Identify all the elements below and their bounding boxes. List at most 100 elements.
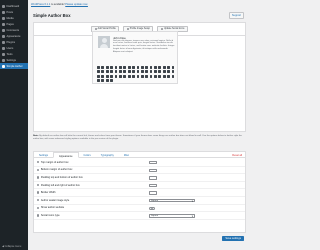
youtube-icon[interactable] [118,66,122,69]
instagram-icon[interactable] [105,66,109,69]
setting-number-input[interactable] [149,183,157,188]
help-icon[interactable] [37,161,40,164]
social-icons-row [97,66,175,82]
help-icon[interactable] [37,214,40,217]
soundcloud-icon[interactable] [154,66,157,69]
sidebar-item-label: Tools [6,52,13,56]
mastodon-icon[interactable] [97,79,100,82]
help-icon[interactable] [37,199,40,202]
foursquare-icon[interactable] [97,74,100,78]
main-content: WordPress 6.1.1 is available! Please upd… [28,0,250,250]
meetup-icon[interactable] [154,74,157,78]
sidebar-item-label: Settings [6,58,16,62]
tiktok-icon[interactable] [162,66,166,69]
setting-number-input[interactable] [149,191,157,195]
reset-all-button[interactable]: Reset all [232,154,242,157]
help-icon[interactable] [37,176,40,179]
update-now-link[interactable]: Please update now. [65,3,88,6]
tumblr-icon[interactable] [123,66,127,69]
strava-icon[interactable] [158,74,162,78]
avatar [98,36,110,48]
periscope-icon[interactable] [114,74,118,78]
website-icon[interactable] [154,70,157,74]
sidebar-item-simple-author[interactable]: Simple Author [0,63,28,69]
twitch-icon[interactable] [118,70,122,74]
paypal-icon[interactable] [162,70,166,74]
setting-row: Author avatar image style Square [34,197,245,205]
phone-icon[interactable] [149,70,153,74]
setting-number-input[interactable] [149,161,157,165]
tab-misc[interactable]: Misc [119,152,134,158]
telegram-icon[interactable] [171,66,175,69]
bitbucket-icon[interactable] [149,74,153,78]
setting-toggle[interactable] [149,206,155,211]
line-icon[interactable] [105,79,109,82]
support-button[interactable]: Support [228,12,244,19]
settings-icon [2,58,5,62]
imdb-icon[interactable] [105,74,109,78]
quora-icon[interactable] [123,70,127,74]
rss-icon[interactable] [140,70,144,74]
steam-icon[interactable] [118,74,122,78]
wordpress-icon[interactable] [171,70,175,74]
help-icon[interactable] [37,183,40,187]
update-social-icons-label: Update Social Icons [163,27,185,30]
help-icon[interactable] [37,168,40,172]
patreon-icon[interactable] [167,74,171,78]
help-icon[interactable] [37,206,40,210]
medium-icon[interactable] [101,70,105,74]
mixcloud-icon[interactable] [110,74,113,78]
spotify-icon[interactable] [158,66,162,69]
goodreads-icon[interactable] [101,74,105,78]
gitlab-icon[interactable] [145,74,149,78]
help-icon[interactable] [37,191,40,194]
tab-appearance[interactable]: Appearance [53,152,79,158]
admin-sidebar: Dashboard Posts Media Pages Comments Appearan… [0,0,28,250]
email-icon[interactable] [145,70,149,74]
slack-icon[interactable] [132,70,135,74]
500px-icon[interactable] [132,74,135,78]
pinterest-icon[interactable] [114,66,118,69]
codepen-icon[interactable] [140,74,144,78]
tab-colors[interactable]: Colors [79,152,96,158]
etsy-icon[interactable] [167,70,171,74]
save-settings-button[interactable]: Save settings [222,236,244,242]
tab-typography[interactable]: Typography [96,152,119,158]
setting-number-input[interactable] [149,168,157,172]
twitter-icon[interactable] [101,66,105,69]
github-icon[interactable] [140,66,144,69]
setting-label: Padding left and right of author box [40,183,80,187]
setting-select[interactable]: Square [149,214,195,219]
whatsapp-icon[interactable] [167,66,171,69]
skype-icon[interactable] [97,70,100,74]
stackoverflow-icon[interactable] [136,70,140,74]
vk-icon[interactable] [110,70,113,74]
setting-label: Social icons type [40,213,60,217]
kickstarter-icon[interactable] [171,74,175,78]
linkedin-icon[interactable] [110,66,113,69]
vimeo-icon[interactable] [127,66,131,69]
unsplash-icon[interactable] [162,74,166,78]
facebook-icon[interactable] [97,66,100,69]
discord-icon[interactable] [127,70,131,74]
deviantart-icon[interactable] [136,74,140,78]
setting-select[interactable]: Square [149,198,195,204]
yelp-icon[interactable] [127,74,131,78]
setting-number-input[interactable] [149,176,157,180]
snapchat-icon[interactable] [114,70,118,74]
sidebar-item-label: Media [6,16,14,20]
amazon-icon[interactable] [158,70,162,74]
collapse-menu-button[interactable]: ◀ Collapse menu [2,245,21,248]
flickr-icon[interactable] [149,66,153,69]
wordpress-version-link[interactable]: WordPress 6.1.1 [31,3,50,6]
tab-settings[interactable]: Settings [34,152,53,158]
wechat-icon[interactable] [110,79,113,82]
behance-icon[interactable] [136,66,140,69]
threads-icon[interactable] [101,79,105,82]
reddit-icon[interactable] [145,66,149,69]
sidebar-item-label: Simple Author [6,64,23,68]
dribbble-icon[interactable] [132,66,135,69]
sidebar-item-label: Plugins [6,40,16,44]
xing-icon[interactable] [105,70,109,74]
weibo-icon[interactable] [123,74,127,78]
